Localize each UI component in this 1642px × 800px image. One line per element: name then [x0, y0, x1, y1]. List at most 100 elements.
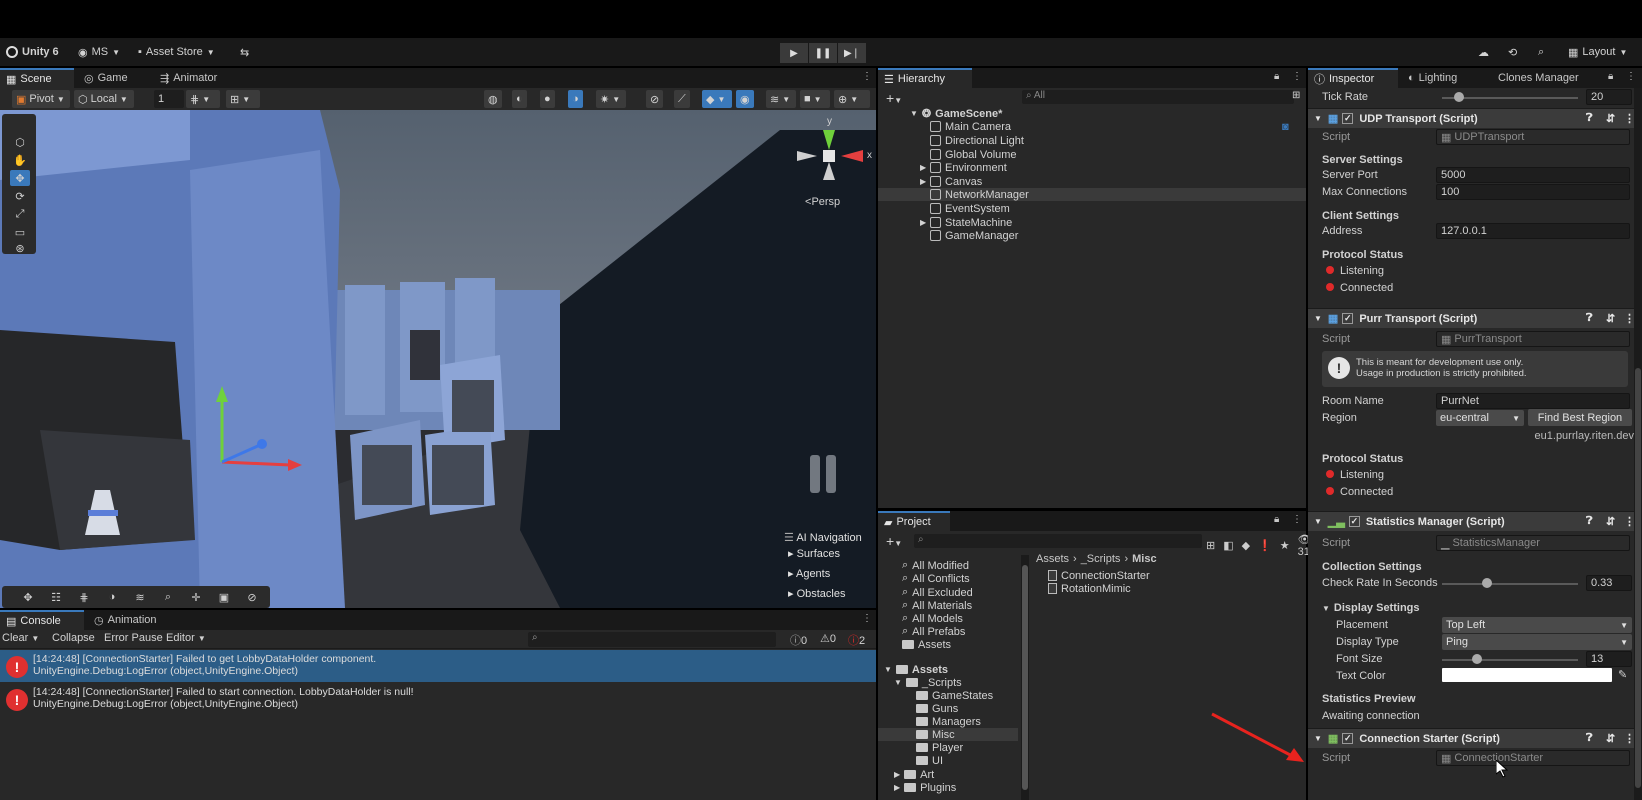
- 2d-toggle-icon[interactable]: ⊘: [646, 90, 664, 108]
- warning-count[interactable]: ⚠0: [820, 632, 836, 645]
- file-connection-starter[interactable]: ConnectionStarter: [1048, 569, 1150, 582]
- wireframe-shading-icon[interactable]: ◍: [484, 90, 502, 108]
- lock-icon[interactable]: 🔒︎: [1274, 514, 1279, 525]
- scene-root[interactable]: ▼ ❂ GameScene*: [878, 107, 1306, 121]
- favorite-all-prefabs[interactable]: ⌕ All Prefabs: [902, 625, 965, 638]
- rotate-tool-icon[interactable]: ⟳: [10, 188, 30, 204]
- orientation-gizmo[interactable]: y x <Persp: [783, 116, 875, 216]
- tick-rate-field[interactable]: 20: [1586, 89, 1632, 105]
- snap-settings-icon[interactable]: ☷: [44, 588, 68, 606]
- tree-assets[interactable]: ▼ Assets: [884, 663, 948, 676]
- hand-tool-icon[interactable]: ✋: [10, 152, 30, 168]
- help-icon[interactable]: ❓︎: [1586, 112, 1593, 125]
- console-search-input[interactable]: ⌕: [528, 632, 776, 647]
- lock-icon[interactable]: 🔒︎: [1274, 71, 1279, 82]
- tab-game[interactable]: ◎ Game: [78, 68, 134, 88]
- hierarchy-item-event-system[interactable]: EventSystem: [878, 202, 1306, 215]
- tree-scripts[interactable]: ▼ _Scripts: [894, 676, 962, 689]
- gizmos-dropdown[interactable]: ⊕ ▼: [834, 90, 870, 108]
- move-tool-icon[interactable]: ✥: [10, 170, 30, 186]
- hierarchy-item-canvas[interactable]: ▶ Canvas: [878, 175, 1306, 188]
- hierarchy-item-main-camera[interactable]: Main Camera ◙: [878, 120, 1306, 133]
- hierarchy-item-global-volume[interactable]: Global Volume: [878, 148, 1306, 161]
- editor-dropdown[interactable]: Editor ▼: [166, 632, 206, 644]
- tab-lighting[interactable]: ◐ Lighting: [1402, 68, 1463, 88]
- help-icon[interactable]: ❓︎: [1586, 312, 1593, 325]
- check-rate-slider[interactable]: [1442, 583, 1578, 585]
- center-icon[interactable]: ✛: [184, 588, 208, 606]
- tab-console[interactable]: ▤ Console: [0, 610, 84, 630]
- camera-dropdown[interactable]: ■ ▼: [800, 90, 830, 108]
- tree-player[interactable]: Player: [916, 741, 963, 754]
- version-control-icon[interactable]: ⇆: [240, 43, 249, 61]
- error-pause-toggle[interactable]: Error Pause: [104, 632, 163, 644]
- file-rotation-mimic[interactable]: RotationMimic: [1048, 582, 1131, 595]
- layers-dropdown[interactable]: ≋ ▼: [766, 90, 796, 108]
- help-icon[interactable]: ❓︎: [1586, 515, 1593, 528]
- font-size-slider[interactable]: [1442, 659, 1578, 661]
- hierarchy-search-input[interactable]: ⌕ All: [1022, 90, 1294, 104]
- warning-filter-icon[interactable]: ❗: [1258, 539, 1272, 552]
- scale-tool-icon[interactable]: ⤢: [10, 206, 30, 222]
- persp-label[interactable]: <Persp: [805, 196, 840, 208]
- font-size-slider-handle[interactable]: [1472, 654, 1482, 664]
- tree-ui[interactable]: UI: [916, 754, 943, 767]
- connection-starter-header[interactable]: ▼ ▦ ✓ Connection Starter (Script) ❓︎ ⇵ ⋮: [1308, 728, 1642, 748]
- search-by-label-icon[interactable]: ◧: [1223, 539, 1233, 552]
- shaded-icon[interactable]: ●: [540, 90, 555, 108]
- favorite-all-materials[interactable]: ⌕ All Materials: [902, 599, 972, 612]
- create-asset-button[interactable]: +▼: [886, 533, 902, 549]
- enabled-checkbox[interactable]: ✓: [1342, 113, 1354, 124]
- hierarchy-item-state-machine[interactable]: ▶ StateMachine: [878, 216, 1306, 229]
- project-search-input[interactable]: ⌕: [914, 534, 1202, 548]
- udp-transport-header[interactable]: ▼ ▦ ✓ UDP Transport (Script) ❓︎ ⇵ ⋮: [1308, 108, 1642, 128]
- layers-icon[interactable]: ≋: [128, 588, 152, 606]
- play-button[interactable]: ▶: [780, 43, 808, 63]
- address-field[interactable]: 127.0.0.1: [1436, 223, 1630, 239]
- lock-icon[interactable]: 🔒︎: [1608, 71, 1613, 82]
- find-best-region-button[interactable]: Find Best Region: [1528, 409, 1632, 426]
- cloud-icon[interactable]: ☁: [1478, 43, 1489, 61]
- lit-icon[interactable]: ◑: [568, 90, 583, 108]
- log-entry-2[interactable]: ! [14:24:48] [ConnectionStarter] Failed …: [0, 683, 876, 715]
- filter-icon[interactable]: ⊞: [1292, 90, 1300, 101]
- favorite-all-models[interactable]: ⌕ All Models: [902, 612, 963, 625]
- step-button[interactable]: ▶❘: [838, 43, 866, 63]
- tree-scrollbar[interactable]: [1021, 555, 1029, 800]
- transform-tool-icon[interactable]: ⊛: [10, 240, 30, 256]
- local-dropdown[interactable]: ⬡ Local ▼: [74, 90, 134, 108]
- grid-icon[interactable]: ⋕: [72, 588, 96, 606]
- pause-button[interactable]: ❚❚: [809, 43, 837, 63]
- history-icon[interactable]: ⟲: [1508, 43, 1517, 61]
- grid-visibility-toggle[interactable]: ⊞ ▼: [226, 90, 260, 108]
- enabled-checkbox[interactable]: ✓: [1342, 733, 1354, 744]
- more-menu-icon[interactable]: ⋮: [1292, 71, 1302, 82]
- add-object-button[interactable]: +▼: [886, 90, 902, 106]
- more-menu-icon[interactable]: ⋮: [1292, 514, 1302, 525]
- move-icon[interactable]: ✥: [16, 588, 40, 606]
- favorite-all-modified[interactable]: ⌕ All Modified: [902, 559, 969, 572]
- max-connections-field[interactable]: 100: [1436, 184, 1630, 200]
- star-icon[interactable]: ★: [1280, 539, 1290, 552]
- tree-managers[interactable]: Managers: [916, 715, 981, 728]
- display-type-dropdown[interactable]: Ping ▼: [1442, 634, 1632, 650]
- favorite-all-excluded[interactable]: ⌕ All Excluded: [902, 586, 973, 599]
- presets-icon[interactable]: ⇵: [1606, 312, 1615, 325]
- tag-icon[interactable]: ◆: [1242, 539, 1250, 552]
- asset-store-dropdown[interactable]: ▪ Asset Store ▼: [138, 43, 215, 61]
- tree-misc[interactable]: Misc: [878, 728, 1018, 741]
- log-entry-1[interactable]: ! [14:24:48] [ConnectionStarter] Failed …: [0, 650, 876, 682]
- grid-snap-toggle[interactable]: ⋕ ▼: [186, 90, 220, 108]
- lighting-toggle-icon[interactable]: ⟋: [674, 90, 690, 108]
- shaded-wireframe-icon[interactable]: ◐: [512, 90, 527, 108]
- layout-dropdown[interactable]: ▦ Layout ▼: [1568, 43, 1627, 61]
- pivot-dropdown[interactable]: ▣ Pivot ▼: [12, 90, 70, 108]
- enabled-checkbox[interactable]: ✓: [1342, 313, 1354, 324]
- enabled-checkbox[interactable]: ✓: [1348, 516, 1360, 527]
- tab-scene[interactable]: ▦ Scene: [0, 68, 74, 88]
- audio-toggle-icon[interactable]: ◆ ▼: [702, 90, 732, 108]
- help-icon[interactable]: ❓︎: [1586, 732, 1593, 745]
- rect-tool-icon[interactable]: ▭: [10, 224, 30, 240]
- info-count[interactable]: ⓘ0: [790, 632, 807, 648]
- more-menu-icon[interactable]: ⋮: [862, 71, 872, 82]
